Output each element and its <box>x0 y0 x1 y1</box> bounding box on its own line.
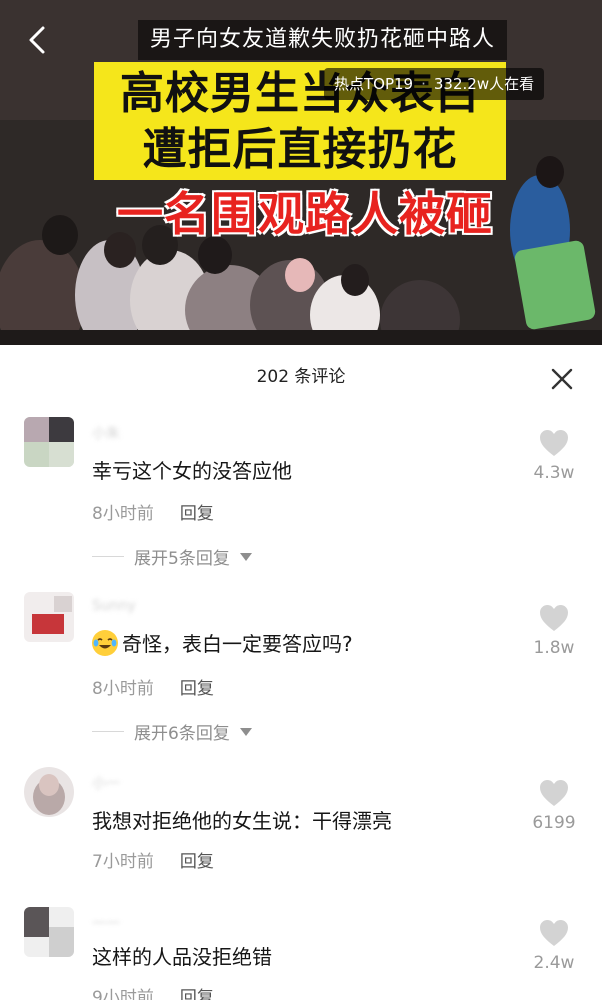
divider-line <box>92 731 124 732</box>
close-button[interactable] <box>550 367 574 391</box>
comment-text: 奇怪，表白一定要答应吗? <box>92 628 353 657</box>
heart-icon <box>540 605 568 631</box>
avatar-image <box>24 417 74 467</box>
comment-text: 这样的人品没拒绝错 <box>92 941 272 970</box>
headline-red-caption: 一名围观路人被砸 <box>117 187 493 241</box>
separator-dot: · <box>421 75 426 93</box>
comment-time: 8小时前 <box>92 679 154 699</box>
comment-item: 小朱 幸亏这个女的没答应他 8小时前 回复 展开5条回复 4.3w <box>0 415 602 580</box>
reply-button[interactable]: 回复 <box>180 983 214 1000</box>
username[interactable]: 一一 <box>92 913 120 933</box>
comment-item: 一一 这样的人品没拒绝错 9小时前 回复 2.4w <box>0 905 602 1000</box>
reply-button[interactable]: 回复 <box>180 674 214 699</box>
comment-item: 小一 我想对拒绝他的女生说：干得漂亮 7小时前 回复 6199 <box>0 765 602 895</box>
expand-replies-label: 展开5条回复 <box>134 549 230 569</box>
like-count: 1.8w <box>533 638 575 658</box>
comment-body: 幸亏这个女的没答应他 <box>92 459 292 483</box>
heart-icon <box>540 920 568 946</box>
comment-time: 8小时前 <box>92 504 154 524</box>
back-button[interactable] <box>22 22 52 58</box>
comment-text: 幸亏这个女的没答应他 <box>92 455 292 484</box>
like-button[interactable]: 4.3w <box>524 429 584 483</box>
username[interactable]: 小朱 <box>92 423 120 443</box>
divider-line <box>92 556 124 557</box>
like-button[interactable]: 2.4w <box>524 919 584 973</box>
comment-body: 这样的人品没拒绝错 <box>92 945 272 969</box>
hot-rank-badge[interactable]: 热点TOP19 · 332.2w人在看 <box>324 68 545 100</box>
comment-time: 9小时前 <box>92 988 154 1000</box>
viewer-count: 332.2w人在看 <box>433 75 535 93</box>
headline-line-2: 遭拒后直接扔花 <box>142 124 458 175</box>
video-player[interactable]: 男子向女友道歉失败扔花砸中路人 高校男生当众表白 遭拒后直接扔花 热点TOP19… <box>0 0 602 345</box>
reply-button[interactable]: 回复 <box>180 847 214 872</box>
username[interactable]: 小一 <box>92 773 120 793</box>
comments-header: 202 条评论 <box>0 345 602 409</box>
avatar-image <box>24 767 74 817</box>
comment-meta: 8小时前 回复 <box>92 674 214 699</box>
like-button[interactable]: 6199 <box>524 779 584 833</box>
hot-rank-label: 热点TOP19 <box>334 75 414 93</box>
like-count: 4.3w <box>533 463 575 483</box>
like-button[interactable]: 1.8w <box>524 604 584 658</box>
triangle-down-icon <box>239 552 252 561</box>
avatar[interactable] <box>24 417 74 467</box>
comment-body: 我想对拒绝他的女生说：干得漂亮 <box>92 809 392 833</box>
comment-count: 202 条评论 <box>256 367 346 387</box>
like-count: 6199 <box>532 813 576 833</box>
comment-time: 7小时前 <box>92 852 154 872</box>
crying-laughing-emoji <box>92 629 118 656</box>
like-count: 2.4w <box>533 953 575 973</box>
video-title[interactable]: 男子向女友道歉失败扔花砸中路人 <box>138 20 508 60</box>
comment-text: 我想对拒绝他的女生说：干得漂亮 <box>92 805 392 834</box>
comments-sheet: 202 条评论 小朱 幸亏这个女的没答应他 8小时前 回复 展开5条回复 4.3… <box>0 345 602 1000</box>
reply-button[interactable]: 回复 <box>180 499 214 524</box>
heart-icon <box>540 430 568 456</box>
avatar-image <box>24 592 74 642</box>
expand-replies-button[interactable]: 展开6条回复 <box>92 719 252 744</box>
expand-replies-button[interactable]: 展开5条回复 <box>92 544 252 569</box>
avatar[interactable] <box>24 907 74 957</box>
comment-item: Sunny 奇怪，表白一定要答应吗? 8小时前 回复 展开6条回复 1.8w <box>0 590 602 755</box>
heart-icon <box>540 780 568 806</box>
username[interactable]: Sunny <box>92 598 136 614</box>
back-arrow-icon <box>29 26 45 54</box>
triangle-down-icon <box>239 727 252 736</box>
comment-meta: 9小时前 回复 <box>92 983 214 1000</box>
avatar[interactable] <box>24 592 74 642</box>
avatar-image <box>24 907 74 957</box>
expand-replies-label: 展开6条回复 <box>134 724 230 744</box>
comment-body: 奇怪，表白一定要答应吗? <box>122 632 353 656</box>
close-icon <box>551 368 573 390</box>
avatar[interactable] <box>24 767 74 817</box>
comment-meta: 8小时前 回复 <box>92 499 214 524</box>
comment-meta: 7小时前 回复 <box>92 847 214 872</box>
